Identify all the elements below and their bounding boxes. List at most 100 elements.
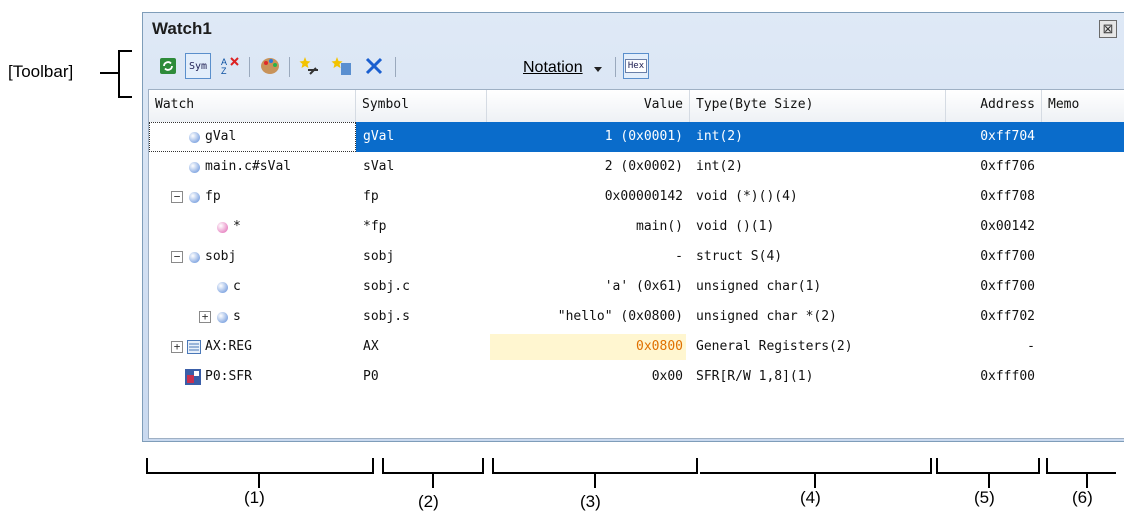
type-cell: unsigned char(1) [696, 279, 822, 294]
focus-cell [149, 122, 356, 152]
value-cell[interactable]: - [487, 242, 683, 272]
callout-2: (2) [418, 492, 439, 511]
delete-icon [365, 57, 383, 75]
symbol-cell: sobj.s [363, 309, 410, 324]
table-row[interactable]: + s sobj.s "hello" (0x0800) unsigned cha… [149, 302, 1124, 332]
member-icon [217, 312, 228, 323]
address-cell: 0xff706 [980, 159, 1035, 174]
variable-icon [189, 192, 200, 203]
add-watch-button[interactable] [297, 53, 323, 79]
table-row[interactable]: P0:SFR P0 0x00 SFR[R/W 1,8](1) 0xfff00 [149, 362, 1124, 392]
toolbar-separator [615, 57, 616, 77]
value-cell[interactable]: 2 (0x0002) [487, 152, 683, 182]
member-icon [217, 282, 228, 293]
panel-titlebar: Watch1 ⊠ [143, 13, 1124, 43]
value-cell[interactable]: 0x00000142 [487, 182, 683, 212]
type-cell: SFR[R/W 1,8](1) [696, 369, 814, 384]
type-cell: void ()(1) [696, 219, 775, 234]
hex-icon: Hex [624, 59, 648, 73]
refresh-button[interactable] [155, 53, 181, 79]
sort-button[interactable]: AZ [217, 53, 243, 79]
svg-text:Z: Z [221, 66, 227, 76]
column-header-value[interactable]: Value [487, 90, 690, 122]
type-cell: unsigned char *(2) [696, 309, 837, 324]
pointer-target-icon [217, 222, 228, 233]
panel-title: Watch1 [152, 19, 212, 38]
notation-label: Notation [523, 59, 583, 76]
collapse-icon[interactable]: − [171, 251, 183, 263]
callout-4: (4) [800, 488, 821, 507]
type-cell: void (*)()(4) [696, 189, 798, 204]
toolbar-callout-label: [Toolbar] [8, 62, 74, 81]
address-cell: 0x00142 [980, 219, 1035, 234]
callout-5: (5) [974, 488, 995, 507]
variable-icon [189, 252, 200, 263]
collapse-icon[interactable]: − [171, 191, 183, 203]
watch-name: s [233, 309, 241, 324]
value-cell[interactable]: 0x00 [487, 362, 683, 392]
symbol-cell: *fp [363, 219, 387, 234]
value-cell[interactable]: main() [487, 212, 683, 242]
type-cell: int(2) [696, 129, 743, 144]
value-cell[interactable]: 'a' (0x61) [487, 272, 683, 302]
grid-header: Watch Symbol Value Type(Byte Size) Addre… [149, 90, 1124, 123]
table-row[interactable]: gVal gVal 1 (0x0001) int(2) 0xff704 [149, 122, 1124, 152]
table-row[interactable]: + AX:REG AX 0x0800 General Registers(2) … [149, 332, 1124, 362]
table-row[interactable]: c sobj.c 'a' (0x61) unsigned char(1) 0xf… [149, 272, 1124, 302]
variable-icon [189, 162, 200, 173]
watch-name: c [233, 279, 241, 294]
watch-name: AX:REG [205, 339, 252, 354]
value-cell[interactable]: 1 (0x0001) [487, 122, 683, 152]
column-header-address[interactable]: Address [946, 90, 1042, 122]
color-palette-icon [261, 58, 279, 74]
register-icon [187, 340, 201, 354]
column-header-symbol[interactable]: Symbol [356, 90, 487, 122]
watch-name: main.c#sVal [205, 159, 292, 174]
sfr-icon [185, 369, 201, 385]
color-button[interactable] [257, 53, 283, 79]
watch-grid[interactable]: Watch Symbol Value Type(Byte Size) Addre… [148, 89, 1124, 439]
callout-3: (3) [580, 492, 601, 511]
toolbar-separator [289, 57, 290, 77]
symbol-cell: fp [363, 189, 379, 204]
toolbar-separator [395, 57, 396, 77]
toolbar: Sym AZ Notation Hex [149, 47, 1124, 85]
column-header-watch[interactable]: Watch [149, 90, 356, 122]
sym-icon: Sym [188, 60, 208, 72]
address-cell: 0xff708 [980, 189, 1035, 204]
symbol-toggle-button[interactable]: Sym [185, 53, 211, 79]
variable-icon [189, 132, 200, 143]
table-row[interactable]: − sobj sobj - struct S(4) 0xff700 [149, 242, 1124, 272]
column-header-memo[interactable]: Memo [1042, 90, 1122, 122]
value-cell[interactable]: 0x0800 [487, 332, 683, 362]
delete-button[interactable] [361, 53, 387, 79]
symbol-cell: sobj [363, 249, 395, 264]
table-row[interactable]: − fp fp 0x00000142 void (*)()(4) 0xff708 [149, 182, 1124, 212]
symbol-cell: P0 [363, 369, 379, 384]
table-row[interactable]: * *fp main() void ()(1) 0x00142 [149, 212, 1124, 242]
callout-1: (1) [244, 488, 265, 507]
column-header-type[interactable]: Type(Byte Size) [690, 90, 946, 122]
expand-icon[interactable]: + [171, 341, 183, 353]
refresh-icon [160, 58, 176, 74]
watch-name: * [233, 219, 241, 234]
watch-name: P0:SFR [205, 369, 252, 384]
watch-name: gVal [205, 129, 237, 144]
add-category-button[interactable] [329, 53, 355, 79]
close-icon[interactable]: ⊠ [1099, 20, 1117, 38]
address-cell: - [1027, 339, 1035, 354]
table-row[interactable]: main.c#sVal sVal 2 (0x0002) int(2) 0xff7… [149, 152, 1124, 182]
symbol-cell: AX [363, 339, 379, 354]
type-cell: int(2) [696, 159, 743, 174]
address-cell: 0xff704 [980, 129, 1035, 144]
hex-toggle-button[interactable]: Hex [623, 53, 649, 79]
value-cell[interactable]: "hello" (0x0800) [487, 302, 683, 332]
watch-panel: Watch1 ⊠ Sym AZ Notation Hex Watch Symbo… [142, 12, 1124, 442]
symbol-cell: sobj.c [363, 279, 410, 294]
callout-6: (6) [1072, 488, 1093, 507]
chevron-down-icon [594, 67, 602, 72]
expand-icon[interactable]: + [199, 311, 211, 323]
new-category-icon [331, 57, 351, 75]
symbol-cell: gVal [363, 129, 395, 144]
sort-az-icon: AZ [221, 57, 239, 76]
